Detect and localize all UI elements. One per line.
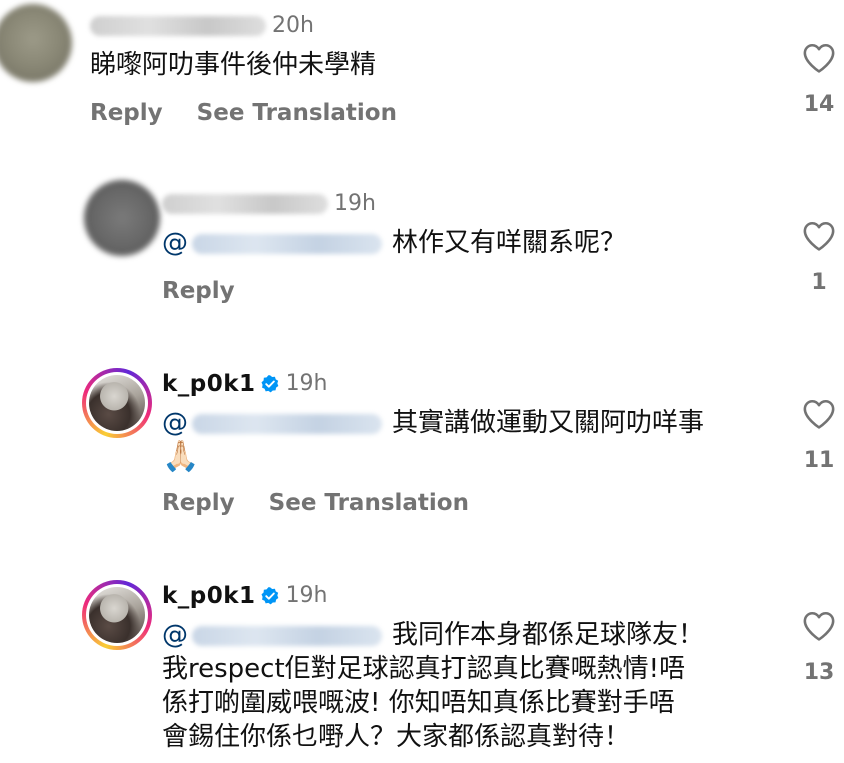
see-translation-button[interactable]: See Translation: [197, 100, 397, 126]
avatar[interactable]: [82, 580, 152, 650]
comment-actions: Reply: [162, 278, 235, 304]
comment-meta: k_p0k1 19h: [162, 368, 328, 399]
like-count: 1: [811, 270, 827, 295]
username-redacted[interactable]: [90, 16, 266, 36]
comment-body: 林作又有咩關系呢？: [392, 228, 627, 258]
reply-button[interactable]: Reply: [90, 100, 163, 126]
mention-redacted[interactable]: [192, 625, 382, 646]
comment-body-line3: 係打啲圍威喂嘅波! 你知唔知真係比賽對手唔: [162, 688, 675, 718]
heart-icon[interactable]: [802, 42, 836, 74]
mention-redacted[interactable]: [192, 413, 382, 434]
comment-meta: 20h: [90, 10, 314, 41]
comment-text: 睇嚟阿叻事件後仲未學精: [90, 50, 377, 80]
like-control: 13: [799, 610, 839, 685]
like-control: 11: [799, 398, 839, 473]
comment-text: @ 林作又有咩關系呢？: [162, 226, 626, 260]
mention-redacted[interactable]: [192, 233, 382, 254]
pray-emoji: 🙏🏻: [162, 439, 200, 474]
like-count: 14: [803, 92, 835, 117]
like-count: 13: [803, 660, 835, 685]
avatar[interactable]: [0, 4, 72, 82]
mention-prefix[interactable]: @: [162, 620, 188, 650]
reply-button[interactable]: Reply: [162, 278, 235, 304]
heart-icon[interactable]: [802, 610, 836, 642]
see-translation-button[interactable]: See Translation: [269, 490, 469, 516]
comment-meta: k_p0k1 19h: [162, 580, 328, 611]
like-control: 14: [799, 42, 839, 117]
timestamp: 19h: [334, 191, 376, 216]
comment-text: @ 我同作本身都係足球隊友！ 我respect佢對足球認真打認真比賽嘅熱情!唔 係…: [162, 618, 762, 754]
timestamp: 19h: [285, 583, 328, 608]
username-redacted[interactable]: [162, 194, 328, 214]
like-control: 1: [799, 220, 839, 295]
avatar[interactable]: [82, 368, 152, 438]
username[interactable]: k_p0k1: [162, 371, 256, 397]
profile-photo: [89, 587, 145, 643]
profile-photo: [89, 375, 145, 431]
comment-body-line1: 我同作本身都係足球隊友！: [392, 620, 705, 650]
timestamp: 19h: [285, 371, 328, 396]
comment-body: 其實講做運動又關阿叻咩事: [392, 408, 705, 438]
mention-prefix[interactable]: @: [162, 408, 188, 438]
comment-actions: Reply See Translation: [90, 100, 397, 126]
reply-button[interactable]: Reply: [162, 490, 235, 516]
comment-text: @ 其實講做運動又關阿叻咩事 🙏🏻: [162, 406, 704, 475]
heart-icon[interactable]: [802, 398, 836, 430]
comment-body-line4: 會錫住你係乜嘢人？大家都係認真對待！: [162, 722, 631, 752]
like-count: 11: [803, 448, 835, 473]
timestamp: 20h: [272, 13, 314, 38]
mention-prefix[interactable]: @: [162, 228, 188, 258]
verified-badge-icon: [261, 587, 278, 605]
comment-actions: Reply See Translation: [162, 490, 469, 516]
comment-meta: 19h: [162, 188, 376, 219]
avatar[interactable]: [84, 180, 160, 256]
username[interactable]: k_p0k1: [162, 583, 256, 609]
verified-badge-icon: [261, 375, 278, 393]
heart-icon[interactable]: [802, 220, 836, 252]
comment-body-line2: 我respect佢對足球認真打認真比賽嘅熱情!唔: [162, 654, 686, 684]
comment-line: @ 我同作本身都係足球隊友！: [162, 618, 762, 652]
